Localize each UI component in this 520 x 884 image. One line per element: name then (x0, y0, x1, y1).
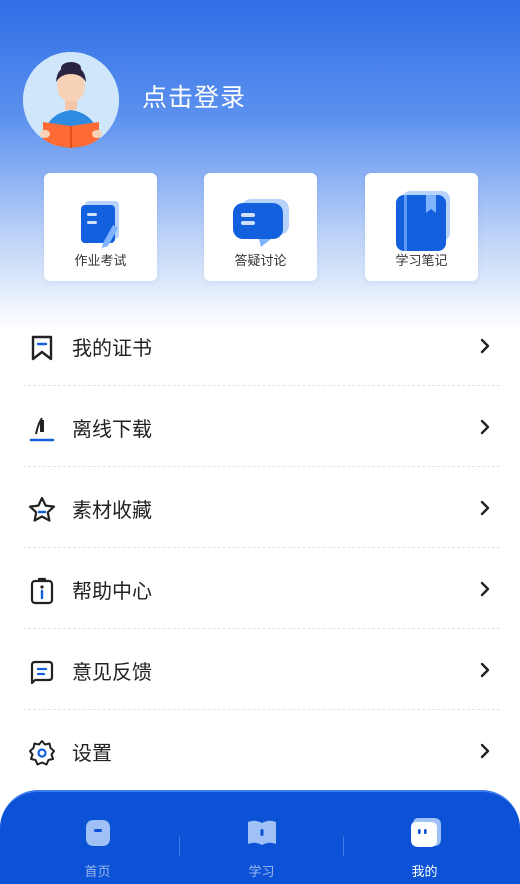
tab-label: 首页 (84, 865, 111, 880)
homework-exam-card[interactable]: 作业考试 (44, 173, 157, 281)
menu-label: 素材收藏 (72, 498, 152, 522)
tab-label: 我的 (411, 865, 438, 880)
bottom-tab-bar: 首页 学习 我的 (0, 790, 520, 884)
card-label: 作业考试 (74, 254, 127, 269)
chevron-right-icon (480, 338, 490, 354)
menu-item-favorites[interactable]: 素材收藏 (23, 467, 500, 548)
menu-item-feedback[interactable]: 意见反馈 (23, 629, 500, 710)
menu-label: 帮助中心 (72, 579, 152, 603)
chevron-right-icon (480, 581, 490, 597)
chevron-right-icon (480, 500, 490, 516)
menu-label: 设置 (72, 741, 112, 765)
tab-label: 学习 (248, 865, 275, 880)
qa-discussion-card[interactable]: 答疑讨论 (204, 173, 317, 281)
login-link[interactable]: 点击登录 (142, 78, 246, 114)
chevron-right-icon (480, 743, 490, 759)
menu-label: 离线下载 (72, 417, 152, 441)
card-label: 学习笔记 (395, 254, 448, 269)
menu-item-settings[interactable]: 设置 (23, 710, 500, 791)
avatar-illustration-icon (23, 52, 119, 148)
tab-profile[interactable]: 我的 (338, 792, 511, 884)
chevron-right-icon (480, 662, 490, 678)
book-icon (247, 820, 276, 845)
profile-icon (410, 818, 441, 847)
menu-item-offline-download[interactable]: 离线下载 (23, 386, 500, 467)
menu-item-help-center[interactable]: 帮助中心 (23, 548, 500, 629)
chat-bubble-icon (232, 199, 289, 247)
menu-label: 意见反馈 (72, 660, 152, 684)
tab-home[interactable]: 首页 (11, 792, 184, 884)
bookmark-icon (31, 335, 53, 361)
feedback-icon (30, 660, 54, 685)
star-icon (28, 496, 56, 522)
card-label: 答疑讨论 (234, 254, 287, 269)
notebook-icon (395, 191, 450, 251)
gear-icon (29, 740, 55, 766)
info-icon (30, 577, 54, 605)
menu-item-certificates[interactable]: 我的证书 (23, 305, 500, 386)
settings-menu: 我的证书 离线下载 素材收藏 帮助中心 意见反馈 设置 (23, 305, 500, 791)
tab-study[interactable]: 学习 (175, 792, 348, 884)
homework-icon (80, 201, 119, 248)
menu-label: 我的证书 (72, 336, 152, 360)
home-icon (85, 820, 110, 846)
download-icon (29, 417, 55, 442)
chevron-right-icon (480, 419, 490, 435)
avatar[interactable] (23, 52, 119, 148)
study-notes-card[interactable]: 学习笔记 (365, 173, 478, 281)
